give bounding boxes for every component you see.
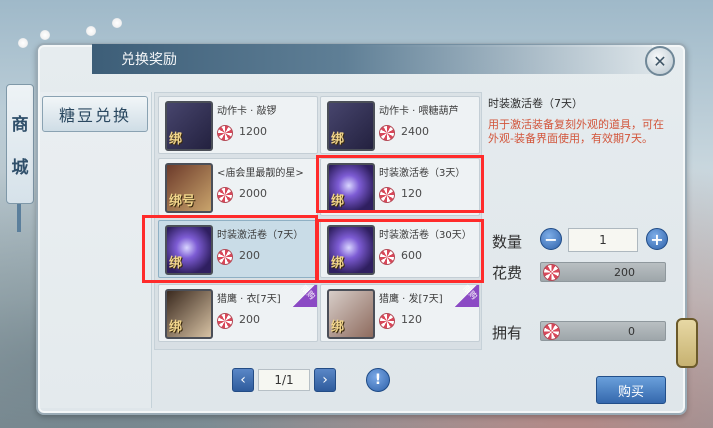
candy-icon [543,323,560,340]
prev-page-button[interactable]: ‹ [232,368,254,392]
banner-char: 城 [11,158,29,178]
owned-value: 0 [628,325,635,338]
window-title: 兑换奖励 [121,52,177,68]
bind-tag: 绑 [331,132,345,147]
item-card[interactable]: 绑 猎鹰 · 衣[7天] 200 限购 [158,284,318,342]
candy-icon [379,125,395,141]
plus-icon: + [650,229,664,249]
quantity-label: 数量 [492,233,523,251]
page-indicator: 1/1 [258,369,310,391]
candy-icon [217,187,233,203]
close-button[interactable]: ✕ [645,46,675,76]
cost-value: 200 [614,266,635,279]
item-card[interactable]: 绑 动作卡 · 喂糖葫芦 2400 [320,96,480,154]
banner-tassel [17,204,21,232]
detail-title: 时装激活卷（7天） [488,97,583,110]
bind-tag: 绑号 [169,194,196,209]
chevron-left-icon: ‹ [240,372,246,388]
item-card[interactable]: 绑 动作卡 · 敲锣 1200 [158,96,318,154]
cost-label: 花费 [492,264,523,282]
owned-label: 拥有 [492,324,523,342]
info-icon: ! [374,372,382,388]
blossom-decoration [86,26,96,36]
candy-icon [379,313,395,329]
bind-tag: 绑 [169,132,183,147]
detail-description: 用于激活装备复刻外观的道具，可在外观-装备界面使用，有效期7天。 [488,118,664,145]
item-name: 猎鹰 · 衣[7天] [217,294,281,305]
item-card[interactable]: 绑号 <庙会里最靓的星> 2000 [158,158,318,216]
item-name: 动作卡 · 喂糖葫芦 [379,106,459,117]
bind-tag: 绑 [169,320,183,335]
blossom-decoration [18,38,28,48]
item-name: 猎鹰 · 发[7天] [379,294,443,305]
minus-icon: − [544,229,558,249]
tab-candy-exchange[interactable]: 糖豆兑换 [42,96,148,132]
highlight-box [316,155,484,213]
limited-badge: 限购 [291,284,317,307]
item-price: 1200 [239,125,267,138]
limited-badge: 限购 [453,284,479,307]
increase-button[interactable]: + [646,228,668,250]
blossom-decoration [40,30,50,40]
cost-display: 200 [540,262,666,282]
info-button[interactable]: ! [366,368,390,392]
highlight-box [316,219,484,283]
blossom-decoration [112,18,122,28]
bind-tag: 绑 [331,320,345,335]
item-price: 200 [239,313,260,326]
decrease-button[interactable]: − [540,228,562,250]
lantern-decoration [676,318,698,368]
item-name: 动作卡 · 敲锣 [217,106,277,117]
owned-display: 0 [540,321,666,341]
chevron-right-icon: › [322,372,328,388]
item-name: <庙会里最靓的星> [217,168,304,179]
candy-icon [543,264,560,281]
item-price: 120 [401,313,422,326]
candy-icon [217,313,233,329]
item-card[interactable]: 绑 猎鹰 · 发[7天] 120 限购 [320,284,480,342]
candy-icon [217,125,233,141]
buy-button[interactable]: 购买 [596,376,666,404]
next-page-button[interactable]: › [314,368,336,392]
quantity-input[interactable]: 1 [568,228,638,252]
shop-side-banner[interactable]: 商 城 [6,84,34,204]
side-column [40,92,152,408]
highlight-box [142,215,318,283]
banner-char: 商 [11,115,29,135]
item-price: 2000 [239,187,267,200]
close-icon: ✕ [653,51,667,71]
item-price: 2400 [401,125,429,138]
